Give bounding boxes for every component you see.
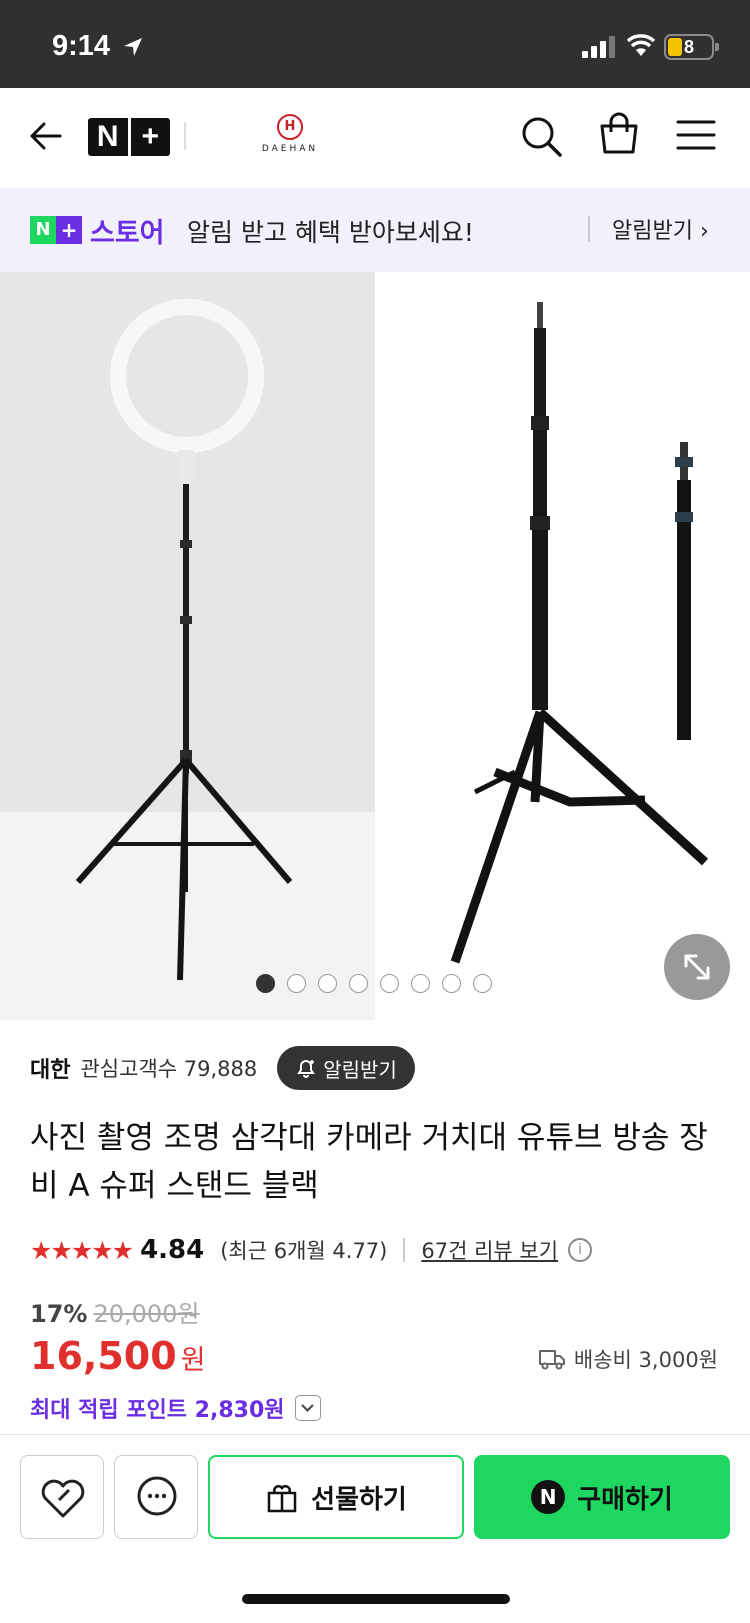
top-header: N + H DAEHAN [0,88,750,188]
home-indicator[interactable] [242,1594,510,1604]
store-label: 스토어 [90,217,165,249]
menu-icon[interactable] [676,118,716,152]
status-bar: 9:14 8 [0,0,750,88]
star-rating-icon: ★★★★★ [30,1235,134,1265]
gallery-dot[interactable] [473,974,492,993]
location-arrow-icon [124,38,142,56]
brand-mark: H [277,114,303,140]
truck-icon [538,1350,565,1370]
product-image-gallery[interactable] [0,272,750,1020]
gallery-dot[interactable] [287,974,306,993]
wifi-icon [626,34,656,56]
reviews-link[interactable]: 67건 리뷰 보기 [421,1235,558,1265]
gallery-dot[interactable] [442,974,461,993]
gallery-dot[interactable] [411,974,430,993]
bell-plus-icon [297,1060,316,1078]
expand-icon [684,954,710,980]
chevron-down-icon[interactable] [294,1395,321,1421]
heart-icon [41,1479,85,1518]
rating-divider [403,1238,406,1262]
banner-alarm-link[interactable]: 알림받기 › [612,213,709,245]
seller-alarm-button[interactable]: 알림받기 [277,1046,415,1090]
recent-rating: (최근 6개월 4.77) [220,1239,388,1263]
banner-message: 알림 받고 혜택 받아보세요! [187,218,474,247]
gallery-dot[interactable] [349,974,368,993]
gallery-dot[interactable] [318,974,337,993]
signal-icon [582,36,615,58]
banner-divider [588,216,590,242]
gallery-pagination [256,974,492,996]
max-points: 최대 적립 포인트 2,830원 [30,1398,285,1423]
sale-price: 16,500 [30,1334,177,1378]
gift-button[interactable]: 선물하기 [208,1455,464,1539]
brand-name: DAEHAN [261,144,319,154]
rating-score: 4.84 [140,1235,205,1265]
store-alarm-banner[interactable]: N + 스토어 알림 받고 혜택 받아보세요! 알림받기 › [0,188,750,272]
price-currency: 원 [180,1345,206,1376]
discount-row: 17% 20,000원 [30,1294,200,1329]
back-arrow-icon[interactable] [28,118,64,154]
gift-icon [267,1485,297,1513]
brand-logo[interactable]: H DAEHAN [250,114,330,164]
talk-talk-button[interactable] [114,1455,198,1539]
product-title: 사진 촬영 조명 삼각대 카메라 거치대 유튜브 방송 장비 A 슈퍼 스탠드 … [30,1120,708,1204]
info-icon[interactable]: i [568,1238,593,1262]
battery-icon: 8 [664,34,719,60]
rating-row: ★★★★★ 4.84 (최근 6개월 4.77) 67건 리뷰 보기 i [30,1230,593,1270]
header-divider [184,122,186,150]
naver-plus-store-badge: N + 스토어 [30,215,165,249]
original-price: 20,000원 [93,1300,200,1328]
follower-count: 관심고객수 79,888 [80,1057,258,1081]
search-icon[interactable] [520,115,562,157]
naver-plus-store-logo[interactable]: N + [88,118,170,156]
battery-level: 8 [683,37,694,57]
gallery-dot[interactable] [380,974,399,993]
status-time: 9:14 [52,30,111,62]
seller-name[interactable]: 대한 [30,1052,70,1084]
naver-pay-badge: N [531,1480,566,1514]
chat-icon [137,1476,177,1516]
seller-info: 대한 관심고객수 79,888 알림받기 [30,1046,415,1090]
wishlist-button[interactable] [20,1455,104,1539]
price-row: 16,500 원 [30,1334,205,1378]
discount-percent: 17% [30,1300,88,1328]
product-image-tripod [450,302,709,964]
buy-button[interactable]: N 구매하기 [474,1455,730,1539]
shipping-fee: 배송비 3,000원 [538,1344,718,1374]
shopping-bag-icon[interactable] [598,112,640,156]
gallery-dot[interactable] [256,974,275,993]
points-row[interactable]: 최대 적립 포인트 2,830원 [30,1392,321,1424]
expand-image-button[interactable] [664,934,730,1000]
product-image-ring-light [0,272,375,1020]
